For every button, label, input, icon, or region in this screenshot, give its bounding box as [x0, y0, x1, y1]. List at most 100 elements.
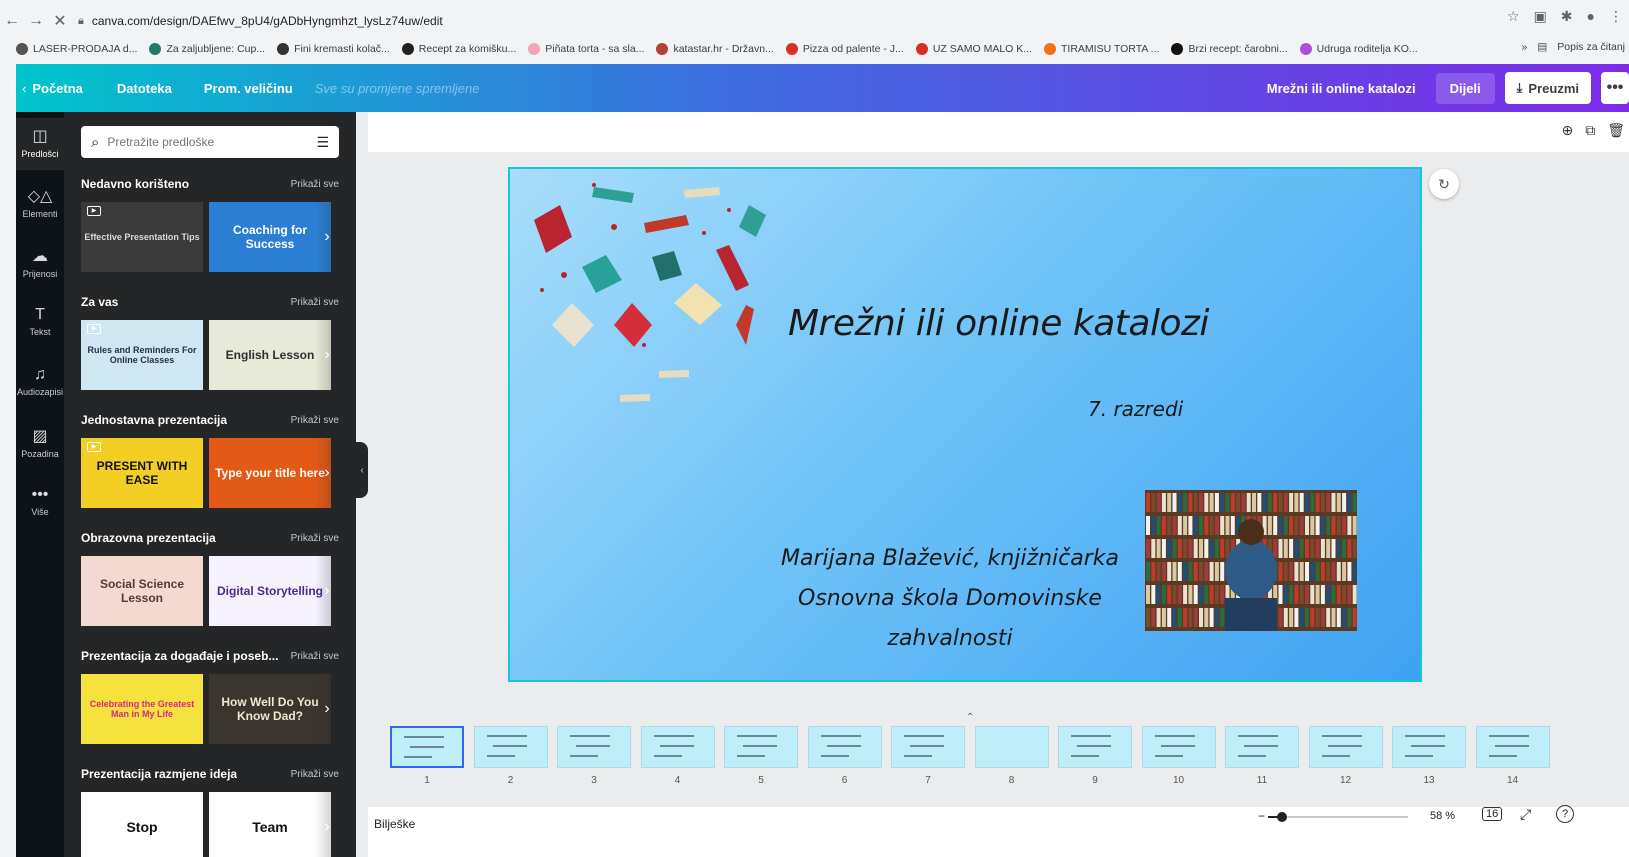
page-thumbnail[interactable] — [1392, 726, 1466, 768]
page-thumbnail[interactable] — [557, 726, 631, 768]
chevron-left-icon[interactable]: ‹ — [22, 81, 26, 96]
page-thumbnail[interactable] — [724, 726, 798, 768]
more-bookmarks-button[interactable]: » — [1522, 41, 1528, 53]
template-thumbnail[interactable]: Stop — [81, 792, 203, 857]
bookmark-item[interactable]: Za zaljubljene: Cup... — [149, 43, 265, 55]
library-photo[interactable] — [1145, 490, 1357, 631]
filter-icon[interactable]: ☰ — [316, 134, 329, 151]
page-thumbnail[interactable] — [1475, 726, 1550, 768]
share-button[interactable]: Dijeli — [1435, 72, 1495, 104]
template-thumbnail[interactable]: PRESENT WITH EASE ▶ — [81, 438, 203, 508]
design-title[interactable]: Mrežni ili online katalozi — [1267, 81, 1416, 96]
slide-title[interactable]: Mrežni ili online katalozi — [788, 303, 1209, 344]
template-thumbnail[interactable]: Team — [209, 792, 331, 857]
page-thumbnail[interactable] — [974, 726, 1049, 768]
file-menu[interactable]: Datoteka — [117, 81, 172, 96]
rail-item-templates[interactable]: ◫ Predlošci — [16, 118, 64, 170]
add-page-icon[interactable]: ⊕ — [1561, 122, 1573, 139]
bookmark-item[interactable]: Udruga roditelja KO... — [1299, 43, 1418, 55]
page-count-icon[interactable]: 16 — [1482, 807, 1503, 821]
chevron-right-icon[interactable]: › — [315, 556, 339, 626]
page-thumbnail[interactable] — [640, 726, 715, 768]
reading-list-label[interactable]: Popis za čitanj — [1557, 41, 1625, 53]
rail-item-upload[interactable]: ☁ Prijenosi — [16, 238, 64, 290]
resize-menu[interactable]: Prom. veličinu — [204, 81, 293, 96]
page-thumbnail[interactable] — [1308, 726, 1383, 768]
chevron-up-icon[interactable]: ⌃ — [966, 712, 974, 723]
search-input[interactable] — [107, 135, 298, 149]
download-button[interactable]: ⤓ Preuzmi — [1504, 72, 1591, 104]
page-thumbnail[interactable] — [473, 726, 548, 768]
stop-loading-icon[interactable]: ✕ — [48, 9, 72, 33]
delete-page-icon[interactable]: 🗑︎ — [1607, 122, 1625, 139]
rail-item-text[interactable]: T Tekst — [16, 298, 64, 350]
template-thumbnail[interactable]: Social Science Lesson — [81, 556, 203, 626]
show-all-link[interactable]: Prikaži sve — [291, 769, 339, 780]
template-thumbnail[interactable]: English Lesson — [209, 320, 331, 390]
back-icon[interactable]: ← — [0, 9, 24, 33]
show-all-link[interactable]: Prikaži sve — [291, 415, 339, 426]
template-thumbnail[interactable]: Effective Presentation Tips ▶ — [81, 202, 203, 272]
chevron-right-icon[interactable]: › — [315, 202, 339, 272]
page-thumbnail[interactable] — [1058, 726, 1132, 768]
duplicate-page-icon[interactable]: ⧉ — [1585, 122, 1595, 139]
shelf-book — [1331, 585, 1336, 604]
more-options-button[interactable]: ••• — [1601, 72, 1629, 104]
template-thumbnail[interactable]: Rules and Reminders For Online Classes ▶ — [81, 320, 203, 390]
template-thumbnail[interactable]: Celebrating the Greatest Man in My Life — [81, 674, 203, 744]
show-all-link[interactable]: Prikaži sve — [291, 533, 339, 544]
profile-icon[interactable]: ● — [1587, 8, 1595, 25]
bookmark-item[interactable]: Pizza od palente - J... — [785, 43, 904, 55]
page-thumbnail[interactable] — [807, 726, 882, 768]
template-thumbnail[interactable]: Digital Storytelling — [209, 556, 331, 626]
page-thumbnail[interactable] — [1141, 726, 1216, 768]
page-thumbnail[interactable] — [1225, 726, 1299, 768]
template-thumbnail[interactable]: Type your title here — [209, 438, 331, 508]
search-box[interactable]: ⌕ ☰ — [81, 126, 339, 158]
chevron-right-icon[interactable]: › — [315, 320, 339, 390]
reading-list-icon[interactable]: ▤ — [1537, 41, 1547, 53]
help-icon[interactable]: ? — [1556, 805, 1574, 823]
collapse-panel-button[interactable]: ‹ — [356, 442, 368, 498]
chevron-right-icon[interactable]: › — [315, 438, 339, 508]
show-all-link[interactable]: Prikaži sve — [291, 651, 339, 662]
slide-subtitle[interactable]: 7. razredi — [1088, 397, 1183, 421]
menu-icon[interactable]: ⋮ — [1609, 8, 1623, 25]
template-thumbnail[interactable]: How Well Do You Know Dad? — [209, 674, 331, 744]
slide-author[interactable]: Marijana Blažević, knjižničarka Osnovna … — [750, 539, 1150, 659]
zoom-slider-handle[interactable] — [1277, 812, 1287, 822]
template-thumbnail[interactable]: Coaching for Success — [209, 202, 331, 272]
fullscreen-icon[interactable]: ⤢ — [1520, 806, 1531, 823]
page-number: 2 — [507, 775, 514, 786]
bookmark-item[interactable]: TIRAMISU TORTA ... — [1044, 43, 1159, 55]
zoom-value[interactable]: 58 % — [1430, 810, 1455, 822]
show-all-link[interactable]: Prikaži sve — [291, 297, 339, 308]
rail-item-more[interactable]: ••• Više — [16, 478, 64, 530]
bookmark-item[interactable]: katastar.hr - Državn... — [656, 43, 774, 55]
bookmark-item[interactable]: Recept za komišku... — [401, 43, 516, 55]
page-thumbnail[interactable] — [390, 726, 464, 768]
bookmark-item[interactable]: Fini kremasti kolač... — [277, 43, 390, 55]
bookmark-item[interactable]: Piñata torta - sa sla... — [528, 43, 644, 55]
star-icon[interactable]: ☆ — [1507, 8, 1520, 25]
home-link[interactable]: Početna — [32, 81, 83, 96]
refresh-icon[interactable]: ↻ — [1429, 169, 1459, 199]
url-field[interactable]: 🔒︎ canva.com/design/DAEfwv_8pU4/gADbHyng… — [78, 14, 443, 28]
page-thumbnail[interactable] — [891, 726, 965, 768]
rail-item-elements[interactable]: ◇△ Elementi — [16, 178, 64, 230]
bookmark-item[interactable]: Brzi recept: čarobni... — [1171, 43, 1288, 55]
rail-item-background[interactable]: ▨ Pozadina — [16, 418, 64, 470]
bookmark-item[interactable]: LASER-PRODAJA d... — [16, 43, 137, 55]
chevron-right-icon[interactable]: › — [315, 792, 339, 857]
notes-button[interactable]: Bilješke — [374, 817, 415, 831]
rail-item-music[interactable]: ♫ Audiozapisi — [16, 358, 64, 410]
chevron-right-icon[interactable]: › — [315, 674, 339, 744]
zoom-slider[interactable] — [1268, 812, 1408, 822]
slide-canvas[interactable]: Mrežni ili online katalozi 7. razredi Ma… — [508, 167, 1422, 682]
forward-icon[interactable]: → — [24, 9, 48, 33]
puzzle-icon[interactable]: ✱ — [1561, 8, 1573, 25]
zoom-out-icon[interactable]: − — [1258, 809, 1265, 823]
extension-icon[interactable]: ▣ — [1534, 8, 1547, 25]
bookmark-item[interactable]: UZ SAMO MALO K... — [915, 43, 1032, 55]
show-all-link[interactable]: Prikaži sve — [291, 179, 339, 190]
